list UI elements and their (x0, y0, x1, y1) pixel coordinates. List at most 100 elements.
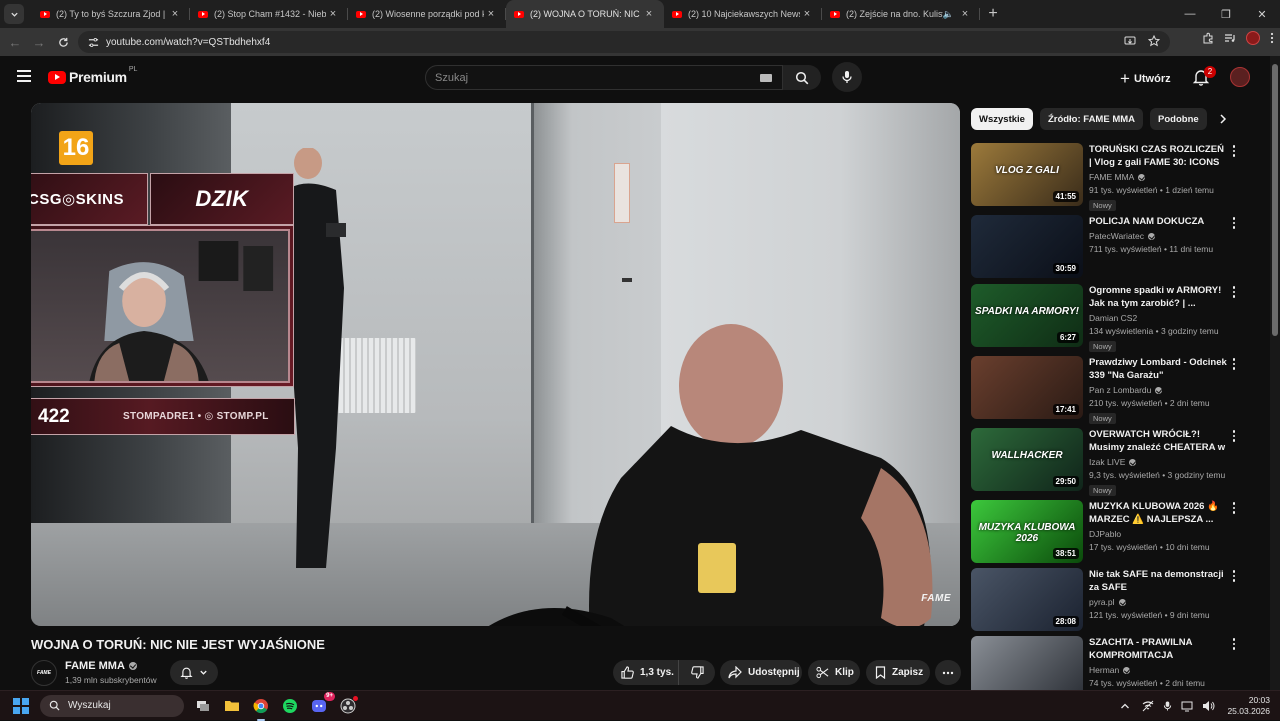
keyboard-icon[interactable] (760, 73, 772, 82)
windows-start-icon[interactable] (13, 697, 29, 714)
related-video-item[interactable]: 30:59 POLICJA NAM DOKUCZA PatecWariatec 711… (971, 215, 1261, 279)
filter-chip[interactable]: Podobne (1150, 108, 1207, 130)
taskbar-clock[interactable]: 20:03 25.03.2026 (1227, 695, 1270, 717)
more-vertical-icon[interactable] (1229, 145, 1239, 159)
browser-tab[interactable]: (2) 10 Najciekawszych Newsów× (664, 0, 822, 28)
extensions-icon[interactable] (1202, 32, 1214, 44)
close-tab-icon[interactable]: × (484, 8, 498, 20)
filter-chip[interactable]: Źródło: FAME MMA (1039, 108, 1144, 130)
related-video-item[interactable]: WALLHACKER 29:50 OVERWATCH WRÓCIŁ?! Musimy… (971, 428, 1261, 496)
related-video-channel[interactable]: Damian CS2 (1089, 313, 1229, 323)
related-video-title[interactable]: MUZYKA KLUBOWA 2026 🔥 MARZEC ⚠️ NAJLEPSZ… (1089, 500, 1229, 526)
spotify-icon[interactable] (279, 695, 301, 717)
chrome-icon[interactable] (250, 695, 272, 721)
more-actions-button[interactable] (935, 660, 961, 685)
site-info-icon[interactable] (82, 31, 104, 53)
scrollbar-thumb[interactable] (1272, 64, 1278, 336)
video-thumbnail[interactable]: VLOG Z GALI 41:55 (971, 143, 1083, 206)
channel-avatar[interactable]: FAME (31, 660, 57, 686)
tab-search-button[interactable] (4, 4, 24, 24)
account-avatar[interactable] (1230, 67, 1250, 87)
speaker-icon[interactable]: 🔈 (943, 9, 954, 20)
dislike-button[interactable] (679, 660, 715, 685)
new-tab-button[interactable]: + (980, 5, 1006, 23)
related-video-channel[interactable]: PatecWariatec (1089, 231, 1229, 241)
more-vertical-icon[interactable] (1229, 430, 1239, 444)
chevron-up-icon[interactable] (1120, 702, 1130, 710)
taskbar-search[interactable]: Wyszukaj (40, 694, 184, 717)
related-video-channel[interactable]: DJPablo (1089, 529, 1229, 539)
install-app-icon[interactable] (1124, 35, 1136, 47)
volume-icon[interactable] (1202, 700, 1215, 712)
related-video-title[interactable]: Nie tak SAFE na demonstracji za SAFE (1089, 568, 1229, 594)
restore-button[interactable]: ❐ (1208, 0, 1244, 28)
browser-tab[interactable]: (2) Stop Cham #1432 - Niebezp× (190, 0, 348, 28)
save-button[interactable]: Zapisz (866, 660, 930, 685)
related-video-item[interactable]: SPADKI NA ARMORY! 6:27 Ogromne spadki w AR… (971, 284, 1261, 352)
related-video-title[interactable]: Prawdziwy Lombard - Odcinek 339 "Na Gara… (1089, 356, 1229, 382)
video-thumbnail[interactable]: SPADKI NA ARMORY! 6:27 (971, 284, 1083, 347)
browser-tab[interactable]: (2) Ty to byś Szczura Zjod | Kiel× (32, 0, 190, 28)
share-button[interactable]: Udostępnij (720, 660, 802, 685)
related-video-item[interactable]: 17:41 Prawdziwy Lombard - Odcinek 339 "Na… (971, 356, 1261, 424)
close-window-button[interactable]: ✕ (1244, 0, 1280, 28)
create-button[interactable]: + Utwórz (1120, 69, 1171, 89)
related-video-title[interactable]: Ogromne spadki w ARMORY! Jak na tym zaro… (1089, 284, 1229, 310)
chips-next-button[interactable] (1210, 108, 1236, 130)
close-tab-icon[interactable]: × (168, 8, 182, 20)
more-vertical-icon[interactable] (1229, 638, 1239, 652)
related-video-channel[interactable]: Izak LIVE (1089, 457, 1229, 467)
related-video-title[interactable]: TORUŃSKI CZAS ROZLICZEŃ | Vlog z gali FA… (1089, 143, 1229, 169)
related-video-channel[interactable]: Herman (1089, 665, 1229, 675)
close-tab-icon[interactable]: × (800, 8, 814, 20)
close-tab-icon[interactable]: × (326, 8, 340, 20)
close-tab-icon[interactable]: × (642, 8, 656, 20)
browser-tab[interactable]: (2) WOJNA O TORUŃ: NIC NIE J× (506, 0, 664, 28)
more-vertical-icon[interactable] (1229, 570, 1239, 584)
reload-button[interactable] (51, 30, 75, 54)
close-tab-icon[interactable]: × (958, 8, 972, 20)
display-icon[interactable] (1181, 701, 1193, 712)
profile-avatar[interactable] (1246, 31, 1260, 45)
video-thumbnail[interactable]: WALLHACKER 29:50 (971, 428, 1083, 491)
video-thumbnail[interactable]: 30:59 (971, 215, 1083, 278)
video-thumbnail[interactable]: 28:08 (971, 568, 1083, 631)
forward-button[interactable]: → (27, 30, 51, 54)
related-video-title[interactable]: SZACHTA - PRAWILNA KOMPROMITACJA (1089, 636, 1229, 662)
related-video-title[interactable]: OVERWATCH WRÓCIŁ?! Musimy znaleźć CHEATE… (1089, 428, 1229, 454)
like-button[interactable]: 1,3 tys. (613, 660, 679, 685)
video-thumbnail[interactable]: 17:41 (971, 356, 1083, 419)
related-video-channel[interactable]: pyra.pl (1089, 597, 1229, 607)
voice-search-button[interactable] (832, 62, 862, 92)
browser-tab[interactable]: (2) Zejście na dno. Kulisy pr🔈 × (822, 0, 980, 28)
related-video-item[interactable]: 28:08 Nie tak SAFE na demonstracji za SAF… (971, 568, 1261, 632)
bookmark-star-icon[interactable] (1148, 35, 1160, 47)
network-icon[interactable] (1142, 700, 1154, 712)
task-view-icon[interactable] (192, 695, 214, 717)
discord-icon[interactable]: 9+ (308, 691, 335, 717)
related-video-item[interactable]: VLOG Z GALI 41:55 TORUŃSKI CZAS ROZLICZEŃ … (971, 143, 1261, 211)
more-vertical-icon[interactable] (1229, 286, 1239, 300)
related-video-channel[interactable]: FAME MMA (1089, 172, 1229, 182)
channel-name[interactable]: FAME MMA (65, 660, 137, 672)
video-player[interactable]: 16 CSG◎SKINS DZIK 422 STOMPADRE1 • ◎ STO… (31, 103, 960, 626)
file-explorer-icon[interactable] (221, 695, 243, 717)
notifications-button[interactable]: 2 (1192, 66, 1216, 88)
related-video-item[interactable]: MUZYKA KLUBOWA 2026 38:51 MUZYKA KLUBOWA 2… (971, 500, 1261, 564)
filter-chip[interactable]: Wszystkie (971, 108, 1033, 130)
guide-menu-icon[interactable] (17, 70, 31, 82)
youtube-premium-logo[interactable]: Premium PL (48, 66, 137, 85)
back-button[interactable]: ← (3, 30, 27, 54)
obs-icon[interactable] (337, 695, 359, 717)
clip-button[interactable]: Klip (808, 660, 860, 685)
browser-menu-icon[interactable] (1270, 32, 1274, 44)
related-video-title[interactable]: POLICJA NAM DOKUCZA (1089, 215, 1229, 228)
subscription-bell-button[interactable] (170, 660, 218, 685)
address-bar[interactable]: youtube.com/watch?v=QSTbdhehxf4 (78, 31, 1170, 53)
more-vertical-icon[interactable] (1229, 358, 1239, 372)
microphone-icon[interactable] (1163, 700, 1172, 712)
page-scrollbar[interactable] (1270, 56, 1280, 690)
search-button[interactable] (783, 65, 821, 90)
more-vertical-icon[interactable] (1229, 502, 1239, 516)
minimize-button[interactable]: — (1172, 0, 1208, 28)
